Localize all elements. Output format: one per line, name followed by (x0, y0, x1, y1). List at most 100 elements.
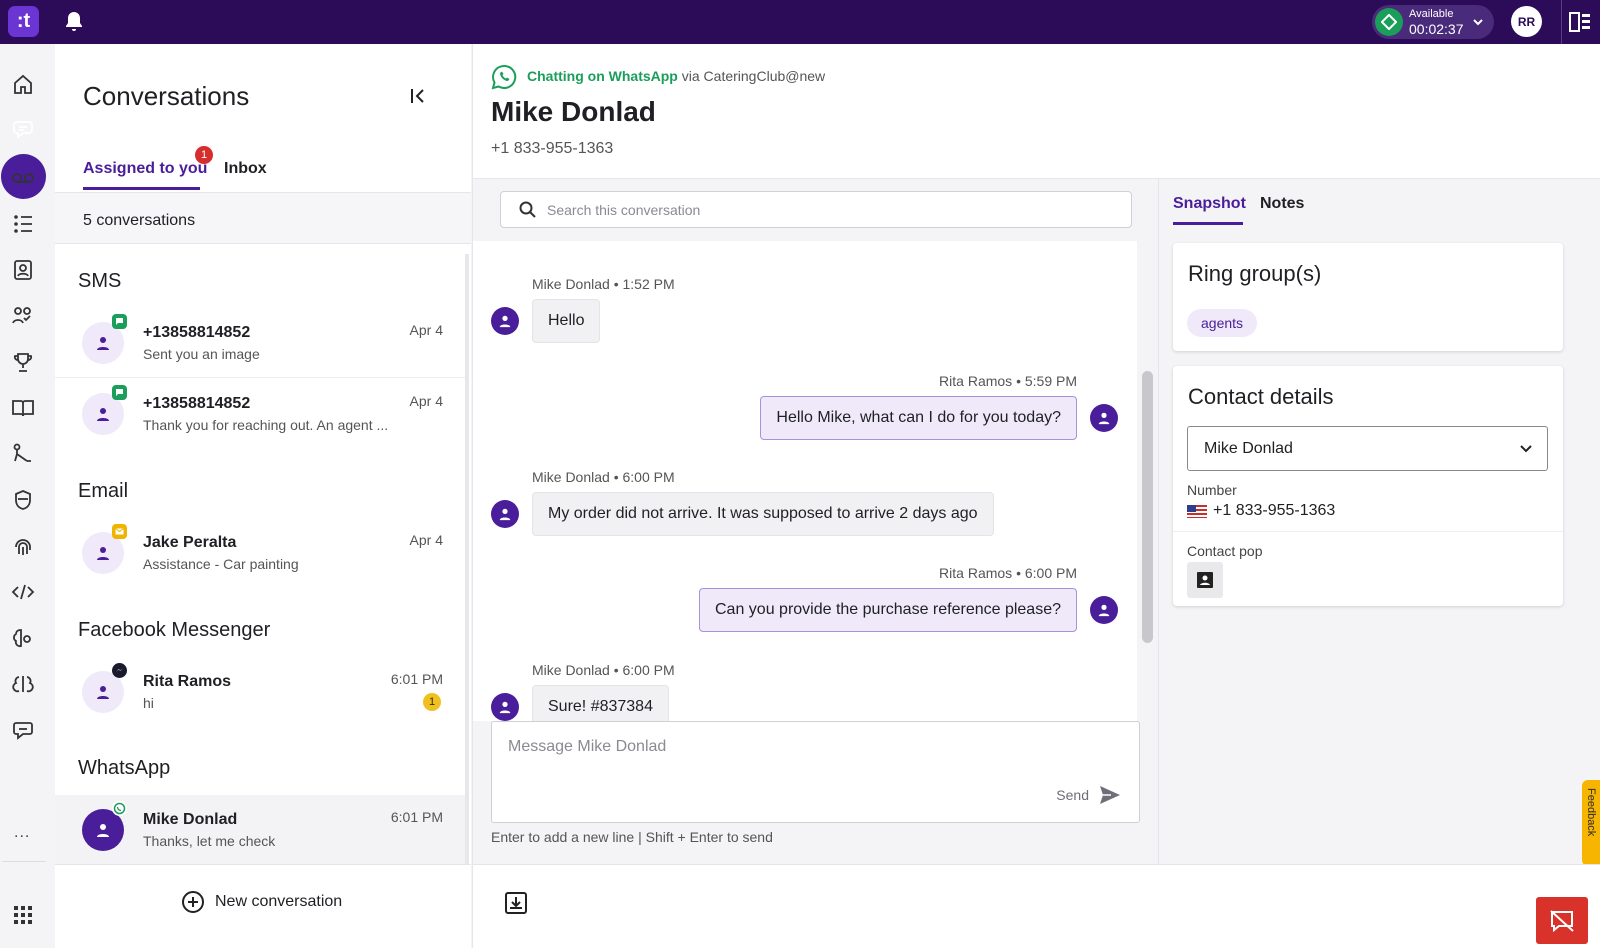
conversation-item[interactable]: +13858814852 Thank you for reaching out.… (55, 379, 467, 449)
page-title: Conversations (83, 81, 250, 111)
conversation-date: 6:01 PM (390, 671, 443, 687)
avatar (1090, 404, 1118, 432)
tab-inbox[interactable]: Inbox (224, 160, 267, 178)
avatar (491, 307, 519, 335)
sms-channel-icon (112, 385, 127, 400)
conversations-icon[interactable] (0, 110, 46, 150)
status-timer: 00:02:37 (1409, 20, 1464, 37)
avatar (491, 500, 519, 528)
new-conversation-button[interactable]: New conversation (181, 890, 342, 914)
message-composer: Send (491, 721, 1140, 823)
plus-circle-icon (182, 891, 204, 913)
ring-groups-card: Ring group(s) agents (1173, 243, 1563, 351)
channel-info: Chatting on WhatsApp via CateringClub@ne… (527, 68, 825, 84)
number-field: +1 833-955-1363 (1187, 502, 1335, 520)
end-conversation-button[interactable] (1536, 897, 1588, 944)
chat-area: Mike Donlad • 1:52 PM Hello Rita Ramos •… (472, 178, 1158, 864)
contact-select[interactable]: Mike Donlad (1187, 426, 1548, 471)
contact-select-value: Mike Donlad (1204, 439, 1293, 457)
conversation-date: Apr 4 (409, 322, 443, 338)
download-transcript-icon[interactable] (505, 892, 527, 914)
message-list-scrollbar[interactable] (1142, 371, 1153, 643)
voicemail-icon[interactable] (0, 158, 46, 198)
chevron-down-icon (1473, 19, 1483, 26)
user-avatar[interactable]: RR (1511, 6, 1542, 37)
contact-details-card: Contact details Mike Donlad Number +1 83… (1173, 366, 1563, 606)
message-meta: Mike Donlad • 6:00 PM (532, 469, 675, 485)
conversation-list-scrollbar[interactable] (465, 254, 469, 864)
message-bubble-incoming: Sure! #837384 (532, 685, 669, 721)
feedback-tab[interactable]: Feedback (1582, 780, 1600, 866)
new-conversation-label: New conversation (215, 893, 343, 910)
contact-number: +1 833-955-1363 (491, 140, 614, 157)
message-list: Mike Donlad • 1:52 PM Hello Rita Ramos •… (473, 241, 1137, 721)
shield-icon[interactable] (0, 480, 46, 520)
trophy-icon[interactable] (0, 342, 46, 382)
card-title: Contact details (1188, 384, 1334, 409)
queue-list-icon[interactable] (0, 204, 46, 244)
contact-pop-button[interactable] (1187, 562, 1223, 598)
more-menu[interactable]: ... (14, 824, 30, 842)
top-bar: :t Available 00:02:37 RR (0, 0, 1600, 44)
app-logo[interactable]: :t (8, 6, 39, 37)
tab-snapshot[interactable]: Snapshot (1173, 195, 1246, 213)
close-chat-icon (1550, 909, 1574, 932)
team-icon[interactable] (0, 296, 46, 336)
channel-via: via CateringClub@new (681, 68, 826, 84)
search-input[interactable] (547, 201, 1107, 218)
send-icon (1100, 786, 1120, 804)
send-button[interactable]: Send (1056, 785, 1121, 805)
message-meta: Rita Ramos • 5:59 PM (939, 373, 1077, 389)
contacts-icon[interactable] (0, 250, 46, 290)
notifications-bell-icon[interactable] (64, 11, 84, 33)
tab-notes[interactable]: Notes (1260, 195, 1304, 213)
apps-grid-icon[interactable] (13, 905, 33, 925)
us-flag-icon (1187, 504, 1207, 518)
card-title: Ring group(s) (1188, 261, 1322, 286)
conversation-count: 5 conversations (83, 212, 196, 229)
book-icon[interactable] (0, 388, 46, 428)
avatar (491, 693, 519, 721)
email-channel-icon (112, 524, 127, 539)
whatsapp-icon (491, 64, 517, 90)
group-title-messenger: Facebook Messenger (78, 619, 271, 641)
conversation-item[interactable]: Rita Ramos hi 6:01 PM 1 (55, 657, 467, 727)
ai-brain-icon[interactable] (0, 664, 46, 704)
composer-hint: Enter to add a new line | Shift + Enter … (491, 829, 773, 845)
group-title-sms: SMS (78, 270, 122, 292)
sms-channel-icon (112, 314, 127, 329)
home-icon[interactable] (0, 64, 46, 104)
message-bubble-incoming: My order did not arrive. It was supposed… (532, 492, 994, 536)
routing-icon[interactable] (0, 434, 46, 474)
ring-group-chip[interactable]: agents (1187, 309, 1258, 337)
conversation-name: Mike Donlad (143, 811, 238, 828)
side-panel-toggle-icon[interactable] (1569, 12, 1591, 32)
conversation-search[interactable] (500, 191, 1132, 228)
fingerprint-icon[interactable] (0, 526, 46, 566)
message-input[interactable] (508, 738, 1108, 778)
brain-settings-icon[interactable] (0, 618, 46, 658)
conversation-item[interactable]: +13858814852 Sent you an image Apr 4 (55, 308, 467, 378)
chevron-down-icon (1520, 445, 1532, 453)
avatar (1090, 596, 1118, 624)
contact-card-icon (1197, 572, 1213, 588)
availability-status-dropdown[interactable]: Available 00:02:37 (1372, 5, 1494, 39)
conversation-item[interactable]: Jake Peralta Assistance - Car painting A… (55, 518, 467, 588)
conversation-count-bar: 5 conversations (55, 192, 471, 244)
collapse-panel-icon[interactable] (409, 86, 429, 106)
channel-name[interactable]: Chatting on WhatsApp (527, 68, 678, 84)
number-value: +1 833-955-1363 (1213, 502, 1336, 519)
active-tab-indicator (1173, 222, 1243, 225)
unread-badge: 1 (195, 146, 213, 164)
conversation-item-selected[interactable]: Mike Donlad Thanks, let me check 6:01 PM (55, 795, 467, 864)
code-icon[interactable] (0, 572, 46, 612)
conversation-name: +13858814852 (143, 324, 251, 341)
conversation-date: 6:01 PM (390, 809, 443, 825)
chat-bubble-icon[interactable] (0, 710, 46, 750)
tab-assigned-to-you[interactable]: Assigned to you (83, 160, 207, 178)
divider (1561, 0, 1562, 44)
active-tab-indicator (83, 187, 200, 190)
message-bubble-outgoing: Hello Mike, what can I do for you today? (760, 396, 1077, 440)
divider (1173, 531, 1563, 532)
contact-pop-label: Contact pop (1187, 543, 1263, 559)
